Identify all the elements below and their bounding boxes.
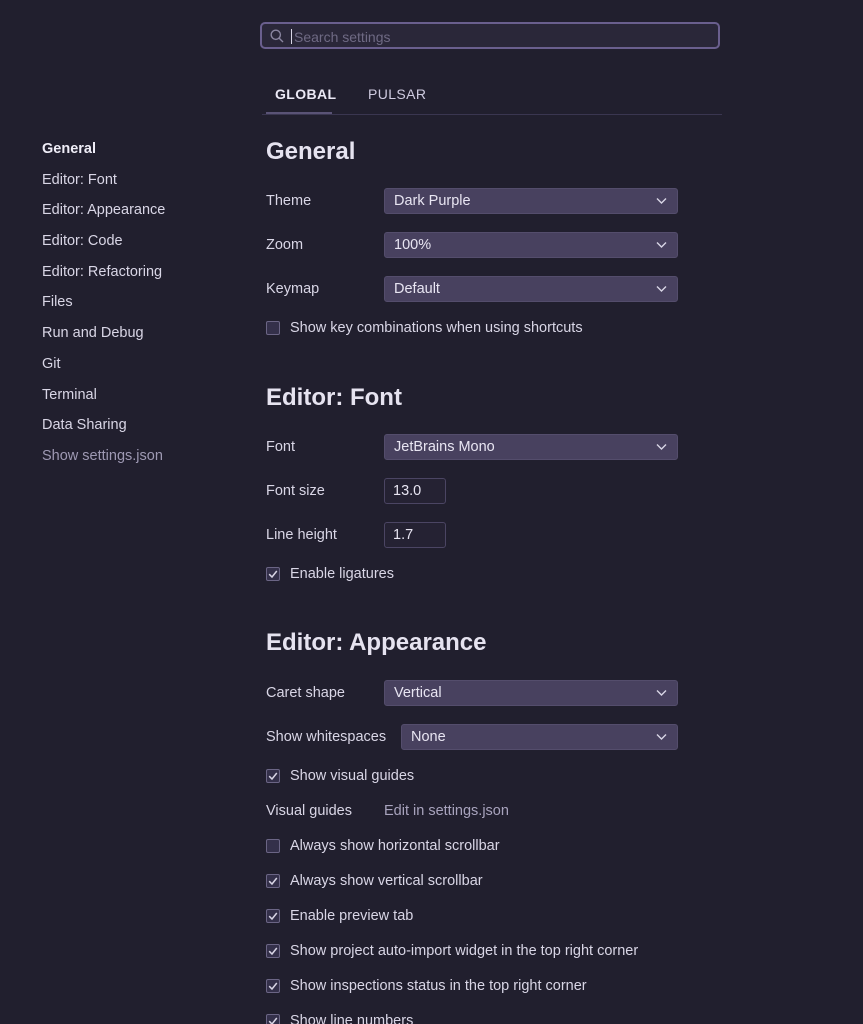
check-icon <box>268 570 278 579</box>
section-title-editor-font: Editor: Font <box>266 384 402 411</box>
chevron-down-icon <box>656 286 667 292</box>
checkbox-label: Show project auto-import widget in the t… <box>290 943 639 959</box>
font-size-input[interactable]: 13.0 <box>384 478 446 504</box>
checkbox-label: Enable preview tab <box>290 908 414 924</box>
scope-tabs: GLOBAL PULSAR <box>262 82 722 115</box>
font-label: Font <box>266 439 296 455</box>
checkbox-checked[interactable] <box>266 944 280 958</box>
theme-label: Theme <box>266 193 312 209</box>
font-size-label: Font size <box>266 483 325 499</box>
checkbox-checked[interactable] <box>266 909 280 923</box>
check-icon <box>268 947 278 956</box>
section-title-general: General <box>266 138 356 165</box>
checkbox-label: Enable ligatures <box>290 566 394 582</box>
check-icon <box>268 912 278 921</box>
checkbox-label: Always show vertical scrollbar <box>290 873 483 889</box>
checkbox-unchecked[interactable] <box>266 321 280 335</box>
line-height-label: Line height <box>266 527 337 543</box>
checkbox-checked[interactable] <box>266 567 280 581</box>
keymap-value: Default <box>394 281 440 297</box>
sidebar-item-general[interactable]: General <box>42 140 165 171</box>
edit-in-settings-json-link[interactable]: Edit in settings.json <box>384 803 509 819</box>
line-height-value: 1.7 <box>393 527 414 543</box>
keymap-label: Keymap <box>266 281 320 297</box>
checkbox-checked[interactable] <box>266 1014 280 1024</box>
search-box[interactable] <box>260 22 720 49</box>
search-input[interactable] <box>292 24 706 49</box>
caret-shape-select[interactable]: Vertical <box>384 680 678 706</box>
zoom-value: 100% <box>394 237 432 253</box>
settings-page: GLOBAL PULSAR General Editor: Font Edito… <box>0 0 863 1024</box>
keymap-select[interactable]: Default <box>384 276 678 302</box>
sidebar-item-editor-appearance[interactable]: Editor: Appearance <box>42 201 165 232</box>
show-whitespaces-label: Show whitespaces <box>266 729 387 745</box>
tab-pulsar[interactable]: PULSAR <box>368 86 426 102</box>
search-icon <box>270 29 284 43</box>
check-icon <box>268 877 278 886</box>
sidebar-item-files[interactable]: Files <box>42 293 165 324</box>
chevron-down-icon <box>656 444 667 450</box>
sidebar-item-data-sharing[interactable]: Data Sharing <box>42 416 165 447</box>
zoom-label: Zoom <box>266 237 304 253</box>
chevron-down-icon <box>656 198 667 204</box>
sidebar-item-editor-refactoring[interactable]: Editor: Refactoring <box>42 263 165 294</box>
sidebar-item-git[interactable]: Git <box>42 355 165 386</box>
check-icon <box>268 1017 278 1024</box>
font-select[interactable]: JetBrains Mono <box>384 434 678 460</box>
tab-global[interactable]: GLOBAL <box>275 86 337 102</box>
font-value: JetBrains Mono <box>394 439 495 455</box>
sidebar-item-editor-code[interactable]: Editor: Code <box>42 232 165 263</box>
caret-shape-label: Caret shape <box>266 685 345 701</box>
checkbox-label: Show visual guides <box>290 768 415 784</box>
checkbox-label: Show inspections status in the top right… <box>290 978 587 994</box>
caret-shape-value: Vertical <box>394 685 442 701</box>
sidebar-item-terminal[interactable]: Terminal <box>42 386 165 417</box>
theme-value: Dark Purple <box>394 193 471 209</box>
checkbox-checked[interactable] <box>266 769 280 783</box>
line-height-input[interactable]: 1.7 <box>384 522 446 548</box>
checkbox-label: Show line numbers <box>290 1013 414 1024</box>
checkbox-label: Always show horizontal scrollbar <box>290 838 500 854</box>
sidebar-item-run-and-debug[interactable]: Run and Debug <box>42 324 165 355</box>
checkbox-checked[interactable] <box>266 874 280 888</box>
chevron-down-icon <box>656 690 667 696</box>
sidebar-item-show-settings-json[interactable]: Show settings.json <box>42 447 165 478</box>
checkbox-checked[interactable] <box>266 979 280 993</box>
section-title-editor-appearance: Editor: Appearance <box>266 629 487 656</box>
theme-select[interactable]: Dark Purple <box>384 188 678 214</box>
check-icon <box>268 982 278 991</box>
zoom-select[interactable]: 100% <box>384 232 678 258</box>
font-size-value: 13.0 <box>393 483 422 499</box>
show-whitespaces-value: None <box>411 729 446 745</box>
show-whitespaces-select[interactable]: None <box>401 724 678 750</box>
settings-sidebar: General Editor: Font Editor: Appearance … <box>42 140 165 478</box>
chevron-down-icon <box>656 242 667 248</box>
visual-guides-label: Visual guides <box>266 803 352 819</box>
chevron-down-icon <box>656 734 667 740</box>
checkbox-label: Show key combinations when using shortcu… <box>290 320 583 336</box>
checkbox-unchecked[interactable] <box>266 839 280 853</box>
check-icon <box>268 772 278 781</box>
sidebar-item-editor-font[interactable]: Editor: Font <box>42 171 165 202</box>
active-tab-indicator <box>266 112 332 114</box>
